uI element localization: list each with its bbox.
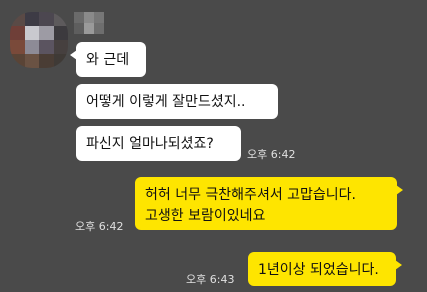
message-timestamp: 오후 6:42: [247, 148, 296, 161]
outgoing-message[interactable]: 1년이상 되었습니다.: [248, 252, 402, 286]
incoming-message[interactable]: 와 근데: [70, 42, 146, 77]
message-text: 어떻게 이렇게 잘만드셨지..: [86, 94, 246, 110]
sender-name: [74, 12, 104, 34]
message-text-line: 허허 너무 극찬해주셔서 고맙습니다.: [145, 187, 356, 203]
message-timestamp: 오후 6:42: [75, 220, 124, 233]
message-text-line: 고생한 보람이있네요: [145, 208, 266, 224]
incoming-message[interactable]: 파신지 얼마나되셨죠?: [76, 126, 241, 161]
incoming-message[interactable]: 어떻게 이렇게 잘만드셨지..: [76, 84, 278, 119]
outgoing-message[interactable]: 허허 너무 극찬해주셔서 고맙습니다. 고생한 보람이있네요: [135, 177, 403, 230]
message-text: 1년이상 되었습니다.: [258, 262, 379, 278]
avatar[interactable]: [10, 12, 68, 68]
message-timestamp: 오후 6:43: [186, 273, 235, 286]
message-text: 와 근데: [86, 52, 130, 68]
message-text: 파신지 얼마나되셨죠?: [86, 136, 214, 152]
